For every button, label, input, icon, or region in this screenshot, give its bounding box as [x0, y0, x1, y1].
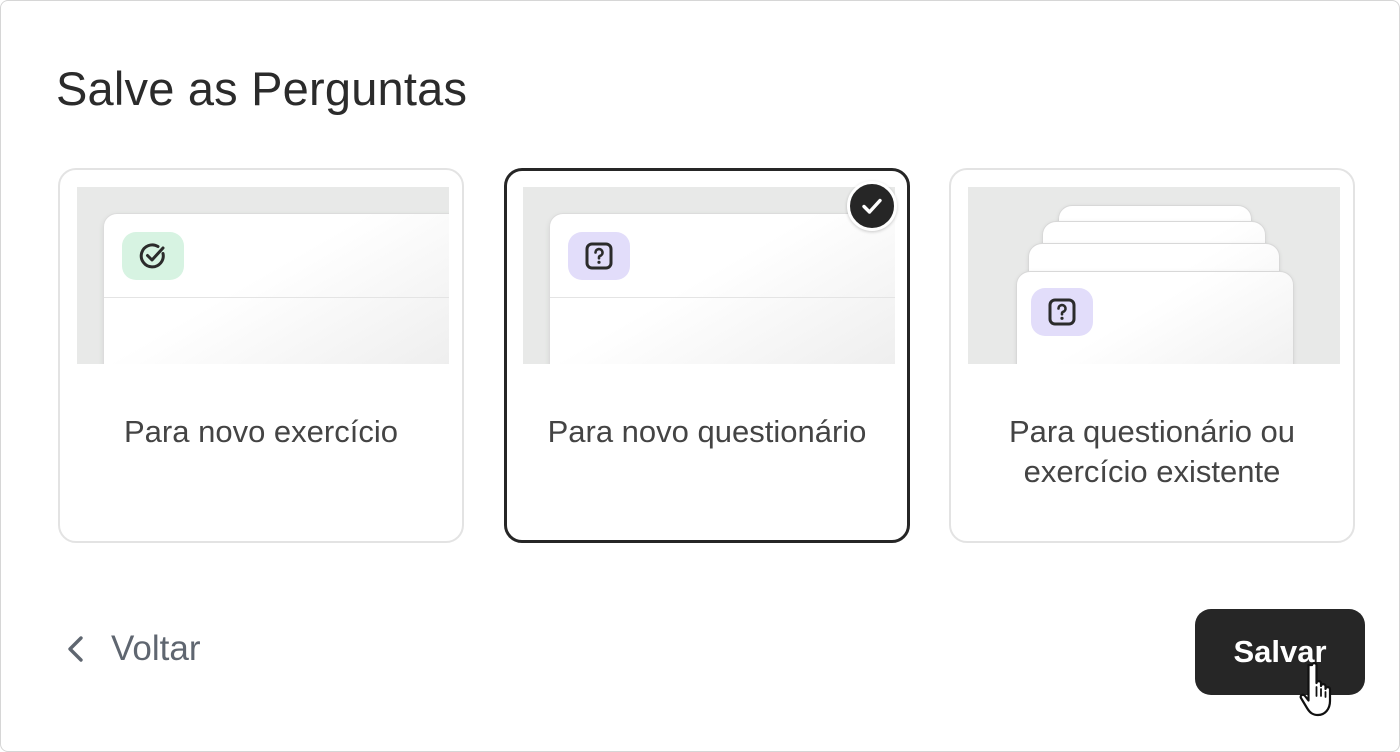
- option-preview: [968, 187, 1340, 364]
- save-questions-dialog: Salve as Perguntas Para novo exercício P…: [0, 0, 1400, 752]
- back-button[interactable]: Voltar: [63, 629, 201, 669]
- dialog-title: Salve as Perguntas: [56, 62, 468, 115]
- back-label: Voltar: [111, 629, 201, 668]
- checkmark-circle-icon: [139, 243, 165, 269]
- chevron-left-icon: [68, 636, 83, 662]
- question-square-icon: [1048, 298, 1076, 326]
- option-preview: [77, 187, 449, 364]
- question-square-icon: [585, 242, 613, 270]
- option-card-existing[interactable]: Para questionário ou exercício existente: [949, 168, 1355, 543]
- option-card-new-quiz[interactable]: Para novo questionário: [504, 168, 910, 543]
- save-button[interactable]: Salvar: [1195, 609, 1365, 695]
- option-label: Para questionário ou exercício existente: [1008, 414, 1296, 489]
- exercise-badge: [122, 232, 184, 280]
- option-label: Para novo exercício: [124, 414, 398, 449]
- front-sheet: [1016, 271, 1294, 364]
- quiz-badge: [1031, 288, 1093, 336]
- preview-sheet: [103, 213, 449, 364]
- quiz-badge: [568, 232, 630, 280]
- hand-pointer-cursor-icon: [1299, 662, 1332, 717]
- option-card-new-exercise[interactable]: Para novo exercício: [58, 168, 464, 543]
- option-label: Para novo questionário: [547, 414, 867, 449]
- preview-sheet: [549, 213, 895, 364]
- option-preview: [523, 187, 895, 364]
- selected-check-icon: [847, 181, 897, 231]
